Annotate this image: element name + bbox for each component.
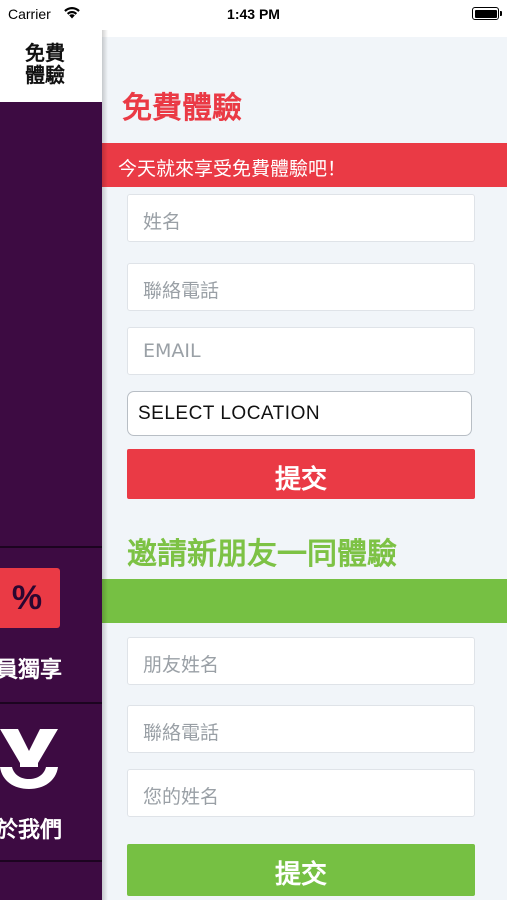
free-trial-banner-text: 今天就來享受免費體驗吧！ — [118, 158, 347, 180]
sidebar-title-line2: 體驗 — [25, 63, 65, 87]
invite-phone-placeholder: 聯絡電話 — [143, 722, 220, 744]
friend-name-input[interactable]: 朋友姓名 — [127, 637, 475, 685]
sidebar-item-free-trial[interactable]: 免費 體驗 — [0, 30, 102, 102]
name-input[interactable]: 姓名 — [127, 194, 475, 242]
sidebar-item-label-about: 於我們 — [0, 818, 63, 843]
your-name-placeholder: 您的姓名 — [143, 786, 220, 808]
main-panel: 免費體驗 今天就來享受免費體驗吧！ 姓名 聯絡電話 EMAIL SELECT L… — [102, 30, 507, 900]
sidebar-title-line1: 免費 — [25, 41, 65, 65]
sidebar-divider — [0, 860, 102, 862]
main-top-strip — [102, 30, 507, 37]
invite-submit-label: 提交 — [274, 860, 327, 890]
sidebar-item-label-member: 員獨享 — [0, 658, 63, 683]
phone-placeholder: 聯絡電話 — [143, 280, 220, 302]
friend-name-placeholder: 朋友姓名 — [143, 654, 220, 676]
phone-input[interactable]: 聯絡電話 — [127, 263, 475, 311]
sidebar-divider — [0, 702, 102, 704]
invite-submit-button[interactable]: 提交 — [127, 844, 475, 896]
name-placeholder: 姓名 — [143, 211, 182, 233]
status-bar: Carrier 1:43 PM — [0, 0, 507, 30]
invite-title: 邀請新朋友一同體驗 — [127, 537, 397, 572]
location-select-value: SELECT LOCATION — [138, 403, 321, 424]
email-input[interactable]: EMAIL — [127, 327, 475, 375]
sidebar: 免費 體驗 % 員獨享 於我們 — [0, 30, 102, 900]
clock: 1:43 PM — [227, 6, 280, 22]
percent-symbol: % — [11, 579, 43, 617]
free-trial-banner: 今天就來享受免費體驗吧！ — [102, 143, 507, 187]
email-placeholder: EMAIL — [143, 340, 201, 362]
trial-submit-label: 提交 — [274, 465, 327, 495]
sidebar-title: 免費 體驗 — [0, 42, 90, 86]
location-select[interactable]: SELECT LOCATION — [127, 391, 472, 436]
trial-submit-button[interactable]: 提交 — [127, 449, 475, 499]
invite-phone-input[interactable]: 聯絡電話 — [127, 705, 475, 753]
free-trial-title: 免費體驗 — [122, 91, 242, 126]
battery-icon — [472, 7, 502, 20]
your-name-input[interactable]: 您的姓名 — [127, 769, 475, 817]
about-logo-icon — [0, 729, 58, 789]
percent-icon: % — [0, 568, 60, 628]
sidebar-divider — [0, 546, 102, 548]
invite-banner — [102, 579, 507, 623]
